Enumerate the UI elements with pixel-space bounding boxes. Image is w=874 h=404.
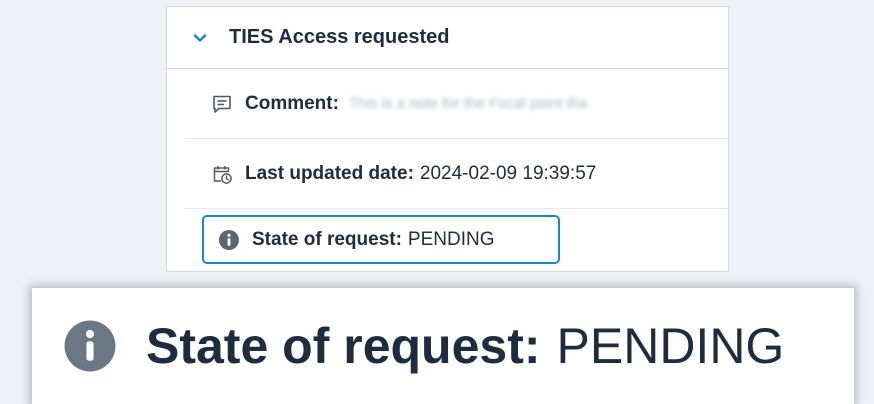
zoom-state-value: PENDING bbox=[556, 318, 785, 374]
state-zoom-callout: State of request: PENDING bbox=[32, 288, 854, 404]
panel-title: TIES Access requested bbox=[229, 26, 450, 48]
info-icon bbox=[218, 229, 240, 251]
comment-row: Comment: This is a note for the Focal po… bbox=[185, 69, 728, 139]
state-label: State of request: bbox=[252, 228, 402, 250]
last-updated-label: Last updated date: bbox=[245, 162, 414, 184]
info-icon bbox=[62, 318, 118, 374]
state-of-request-row: State of request: PENDING bbox=[202, 215, 560, 264]
ties-access-panel: TIES Access requested Comment: This is a… bbox=[166, 6, 729, 272]
last-updated-row: Last updated date: 2024-02-09 19:39:57 bbox=[185, 139, 728, 209]
state-value: PENDING bbox=[407, 228, 495, 250]
screenshot-stage: TIES Access requested Comment: This is a… bbox=[0, 0, 874, 404]
calendar-clock-icon bbox=[211, 163, 233, 185]
comment-value: This is a note for the Focal point tha bbox=[348, 95, 588, 112]
zoom-state-label: State of request: bbox=[146, 318, 541, 374]
comment-label: Comment: bbox=[245, 92, 339, 114]
chevron-down-icon[interactable] bbox=[193, 31, 207, 45]
panel-header[interactable]: TIES Access requested bbox=[167, 7, 728, 69]
last-updated-value: 2024-02-09 19:39:57 bbox=[419, 162, 597, 184]
detail-rows: Comment: This is a note for the Focal po… bbox=[167, 69, 728, 209]
comment-icon bbox=[211, 93, 233, 115]
